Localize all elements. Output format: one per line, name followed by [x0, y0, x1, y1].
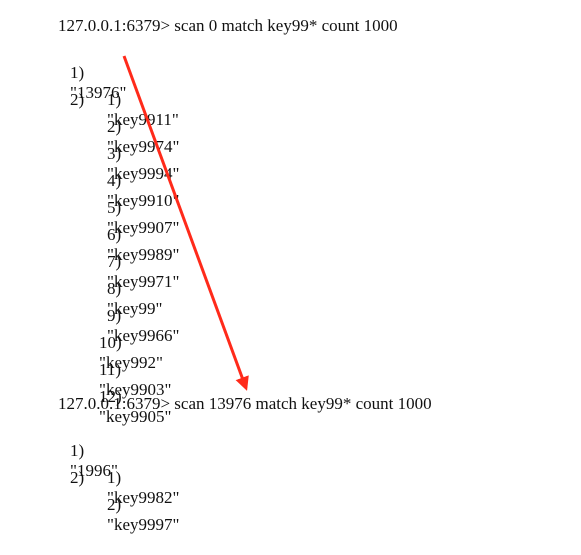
- keys-result-2-header: 2): [53, 448, 84, 508]
- key-index: 2): [107, 495, 122, 514]
- key-row: 2) "key9997": [90, 475, 179, 555]
- key-value: "key9997": [107, 515, 180, 534]
- result-index: 2): [70, 90, 85, 109]
- terminal-output: 127.0.0.1:6379> scan 0 match key99* coun…: [0, 0, 581, 534]
- command-line-2: 127.0.0.1:6379> scan 13976 match key99* …: [58, 394, 432, 413]
- command-line-1: 127.0.0.1:6379> scan 0 match key99* coun…: [58, 16, 398, 35]
- result-index: 2): [70, 468, 85, 487]
- keys-result-1-header: 2): [53, 70, 84, 130]
